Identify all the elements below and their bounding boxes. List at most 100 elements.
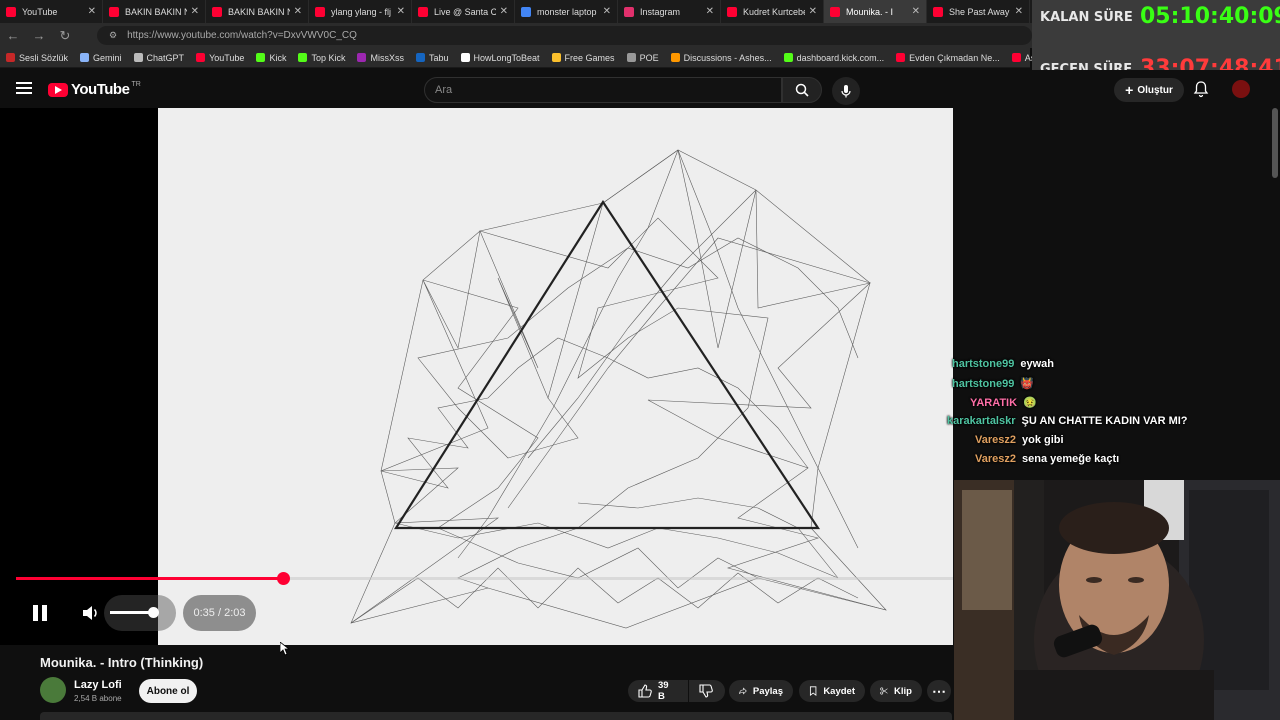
video-frame[interactable] — [158, 108, 953, 645]
bookmark-item[interactable]: Tabu — [415, 52, 449, 63]
tab-close-icon[interactable]: ✕ — [397, 6, 405, 17]
browser-tab[interactable]: She Past Away - F ✕ — [927, 0, 1030, 23]
user-avatar[interactable] — [1232, 80, 1250, 98]
bookmark-label: Discussions - Ashes... — [683, 52, 772, 63]
forward-icon[interactable]: → — [26, 28, 52, 43]
chat-username: hartstone99 — [952, 378, 1015, 390]
youtube-header: YouTube TR Ara + Oluştur — [0, 70, 1280, 108]
bookmark-item[interactable]: POE — [626, 52, 659, 63]
bookmark-label: MissXss — [370, 52, 404, 63]
create-button[interactable]: + Oluştur — [1114, 78, 1184, 102]
bookmark-item[interactable]: Sesli Sözlük — [6, 53, 68, 63]
tab-close-icon[interactable]: ✕ — [1015, 6, 1023, 17]
bookmark-item[interactable]: dashboard.kick.com... — [783, 53, 884, 63]
bookmark-label: POE — [639, 52, 659, 63]
clip-button[interactable]: Klip — [870, 680, 922, 702]
tab-close-icon[interactable]: ✕ — [809, 6, 817, 17]
tab-close-icon[interactable]: ✕ — [88, 6, 96, 17]
back-icon[interactable]: ← — [0, 28, 26, 43]
search-button[interactable] — [782, 77, 822, 103]
tab-favicon-icon — [109, 6, 119, 17]
tab-close-icon[interactable]: ✕ — [191, 6, 199, 17]
bookmark-item[interactable]: Top Kick — [298, 53, 345, 63]
search-input[interactable]: Ara — [424, 77, 782, 103]
bookmark-favicon-icon — [6, 53, 15, 62]
browser-tab[interactable]: monster laptop c ✕ — [515, 0, 618, 23]
bookmark-label: Tabu — [428, 52, 449, 63]
bookmark-item[interactable]: Free Games — [551, 52, 615, 63]
chat-username: YARATIK — [970, 397, 1018, 409]
more-actions-button[interactable]: ⋯ — [927, 680, 951, 702]
chat-text: eywah — [1020, 358, 1054, 370]
tab-title: Kudret Kurtcebe — [743, 6, 805, 17]
chat-message: Varesz2 sena yemeğe kaçtı — [975, 453, 1119, 465]
menu-icon[interactable] — [16, 82, 32, 94]
tab-title: YouTube — [22, 6, 58, 17]
bookmark-favicon-icon — [196, 53, 206, 62]
browser-tab[interactable]: Instagram ✕ — [618, 0, 721, 23]
save-button[interactable]: Kaydet — [799, 680, 865, 702]
dislike-button[interactable] — [689, 680, 725, 702]
bookmark-label: Gemini — [93, 52, 122, 63]
chat-message: hartstone99 👹 — [952, 377, 1034, 390]
bookmark-label: Free Games — [564, 52, 615, 63]
video-player[interactable]: 0:35 / 2:03 — [0, 108, 953, 645]
thumbs-down-icon — [699, 684, 713, 698]
bookmark-item[interactable]: Discussions - Ashes... — [670, 52, 772, 63]
tab-close-icon[interactable]: ✕ — [500, 6, 508, 17]
tab-favicon-icon — [521, 6, 531, 17]
bookmark-item[interactable]: YouTube — [196, 53, 244, 63]
channel-name[interactable]: Lazy Lofi — [74, 679, 122, 691]
browser-tab[interactable]: Live @ Santa Cla ✕ — [412, 0, 515, 23]
remaining-label: KALAN SÜRE — [1040, 10, 1133, 25]
bookmark-item[interactable]: Evden Çıkmadan Ne... — [896, 53, 1000, 63]
bookmark-favicon-icon — [298, 53, 308, 62]
browser-tab[interactable]: Kudret Kurtcebe ✕ — [721, 0, 824, 23]
browser-tab[interactable]: Mounika. - I ✕ — [824, 0, 927, 23]
tab-title: monster laptop c — [537, 6, 599, 17]
share-button[interactable]: Paylaş — [729, 680, 793, 702]
tab-favicon-icon — [933, 6, 943, 17]
subscribe-button[interactable]: Abone ol — [139, 679, 197, 703]
tab-favicon-icon — [212, 6, 222, 17]
chat-message: karakartalskr ŞU AN CHATTE KADIN VAR MI? — [947, 415, 1188, 427]
create-label: Oluştur — [1137, 84, 1173, 96]
channel-avatar[interactable] — [40, 677, 66, 703]
browser-tab[interactable]: BAKIN BAKIN NE ✕ — [206, 0, 309, 23]
pause-icon[interactable] — [33, 605, 47, 621]
youtube-logo[interactable]: YouTube TR — [48, 81, 141, 98]
search-icon — [795, 83, 809, 97]
bookmark-item[interactable]: MissXss — [357, 53, 404, 63]
tab-close-icon[interactable]: ✕ — [603, 6, 611, 17]
bookmark-favicon-icon — [551, 53, 561, 62]
description-box[interactable] — [40, 712, 952, 720]
volume-icon[interactable] — [82, 605, 100, 621]
notifications-bell-icon[interactable] — [1192, 80, 1210, 98]
bookmark-item[interactable]: Gemini — [80, 53, 122, 63]
tab-close-icon[interactable]: ✕ — [294, 6, 302, 17]
tab-close-icon[interactable]: ✕ — [706, 6, 714, 17]
bookmark-item[interactable]: HowLongToBeat — [460, 53, 540, 63]
voice-search-button[interactable] — [832, 77, 860, 105]
video-title: Mounika. - Intro (Thinking) — [40, 655, 204, 670]
webcam-feed — [954, 480, 1280, 720]
search-placeholder: Ara — [435, 84, 453, 96]
like-button[interactable]: 39 B — [628, 680, 688, 702]
page-scrollbar[interactable] — [1270, 108, 1280, 188]
address-bar[interactable]: ⚙ https://www.youtube.com/watch?v=DxvVWV… — [97, 26, 1032, 45]
site-info-icon[interactable]: ⚙ — [109, 30, 117, 41]
share-label: Paylaş — [752, 685, 783, 697]
bookmark-item[interactable]: ChatGPT — [133, 53, 184, 63]
clip-label: Klip — [894, 685, 912, 697]
tab-title: Instagram — [640, 6, 681, 17]
reload-icon[interactable]: ↻ — [52, 28, 78, 44]
bookmark-favicon-icon — [357, 53, 367, 62]
progress-scrubber-handle[interactable] — [276, 572, 290, 585]
tab-favicon-icon — [830, 6, 840, 17]
chat-username: Varesz2 — [975, 453, 1016, 465]
browser-tab[interactable]: BAKIN BAKIN NE ✕ — [103, 0, 206, 23]
browser-tab[interactable]: YouTube ✕ — [0, 0, 103, 23]
tab-close-icon[interactable]: ✕ — [912, 6, 920, 17]
browser-tab[interactable]: ylang ylang - flj ✕ — [309, 0, 412, 23]
bookmark-item[interactable]: Kick — [256, 53, 286, 63]
